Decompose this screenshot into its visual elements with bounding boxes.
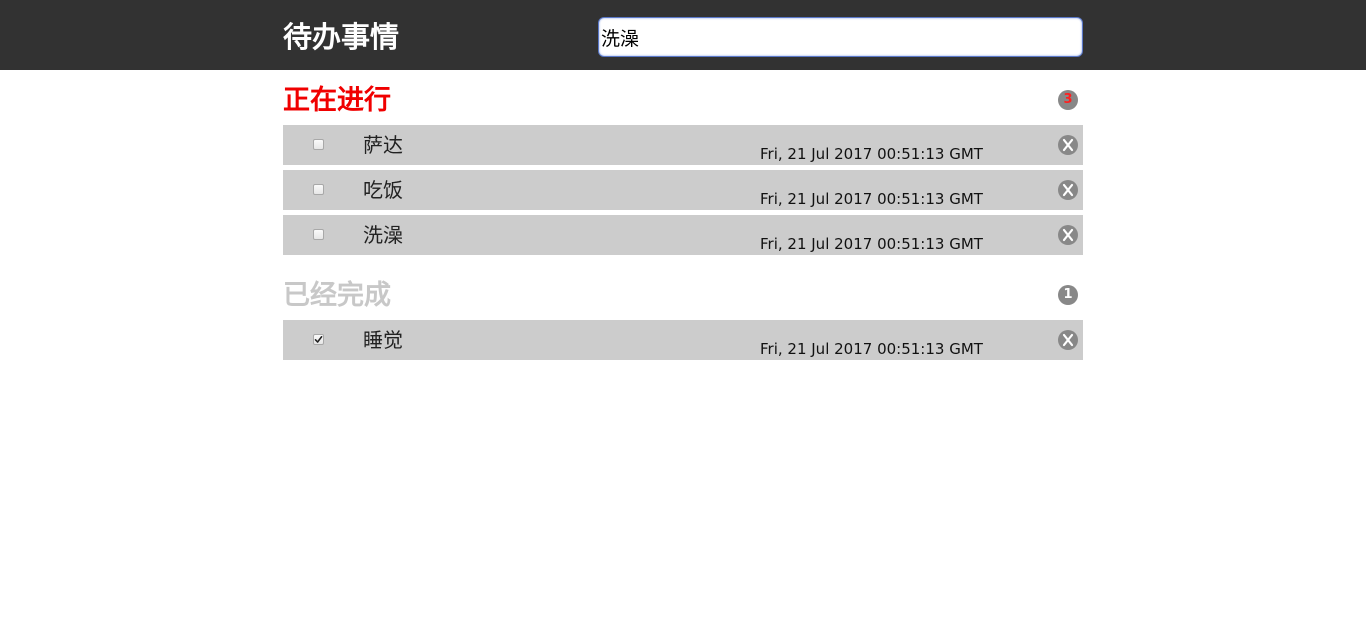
active-section-title: 正在进行 [283,85,391,116]
todo-checkbox[interactable] [313,139,324,150]
todo-timestamp: Fri, 21 Jul 2017 00:51:13 GMT [760,235,983,253]
close-x-icon [1062,333,1074,347]
close-x-icon [1062,228,1074,242]
todo-text[interactable]: 洗澡 [363,221,403,249]
todo-checkbox[interactable] [313,229,324,240]
todo-input[interactable] [598,17,1083,57]
todo-item: 洗澡 Fri, 21 Jul 2017 00:51:13 GMT [283,215,1083,255]
close-x-icon [1062,138,1074,152]
done-count-badge: 1 [1058,285,1078,305]
delete-button[interactable] [1058,330,1078,350]
active-count-badge: 3 [1058,90,1078,110]
todo-timestamp: Fri, 21 Jul 2017 00:51:13 GMT [760,190,983,208]
todo-text[interactable]: 吃饭 [363,176,403,204]
close-x-icon [1062,183,1074,197]
delete-button[interactable] [1058,135,1078,155]
todo-item: 睡觉 Fri, 21 Jul 2017 00:51:13 GMT [283,320,1083,360]
todo-checkbox[interactable] [313,184,324,195]
todo-text[interactable]: 萨达 [363,131,403,159]
todo-text[interactable]: 睡觉 [363,326,403,354]
todo-item: 萨达 Fri, 21 Jul 2017 00:51:13 GMT [283,125,1083,165]
check-icon [314,336,323,343]
header-bar: 待办事情 [0,0,1366,70]
delete-button[interactable] [1058,225,1078,245]
app-title: 待办事情 [283,20,400,54]
todo-item: 吃饭 Fri, 21 Jul 2017 00:51:13 GMT [283,170,1083,210]
todo-checkbox[interactable] [313,334,324,345]
todo-timestamp: Fri, 21 Jul 2017 00:51:13 GMT [760,145,983,163]
todo-timestamp: Fri, 21 Jul 2017 00:51:13 GMT [760,340,983,358]
done-section-title: 已经完成 [283,280,391,311]
delete-button[interactable] [1058,180,1078,200]
